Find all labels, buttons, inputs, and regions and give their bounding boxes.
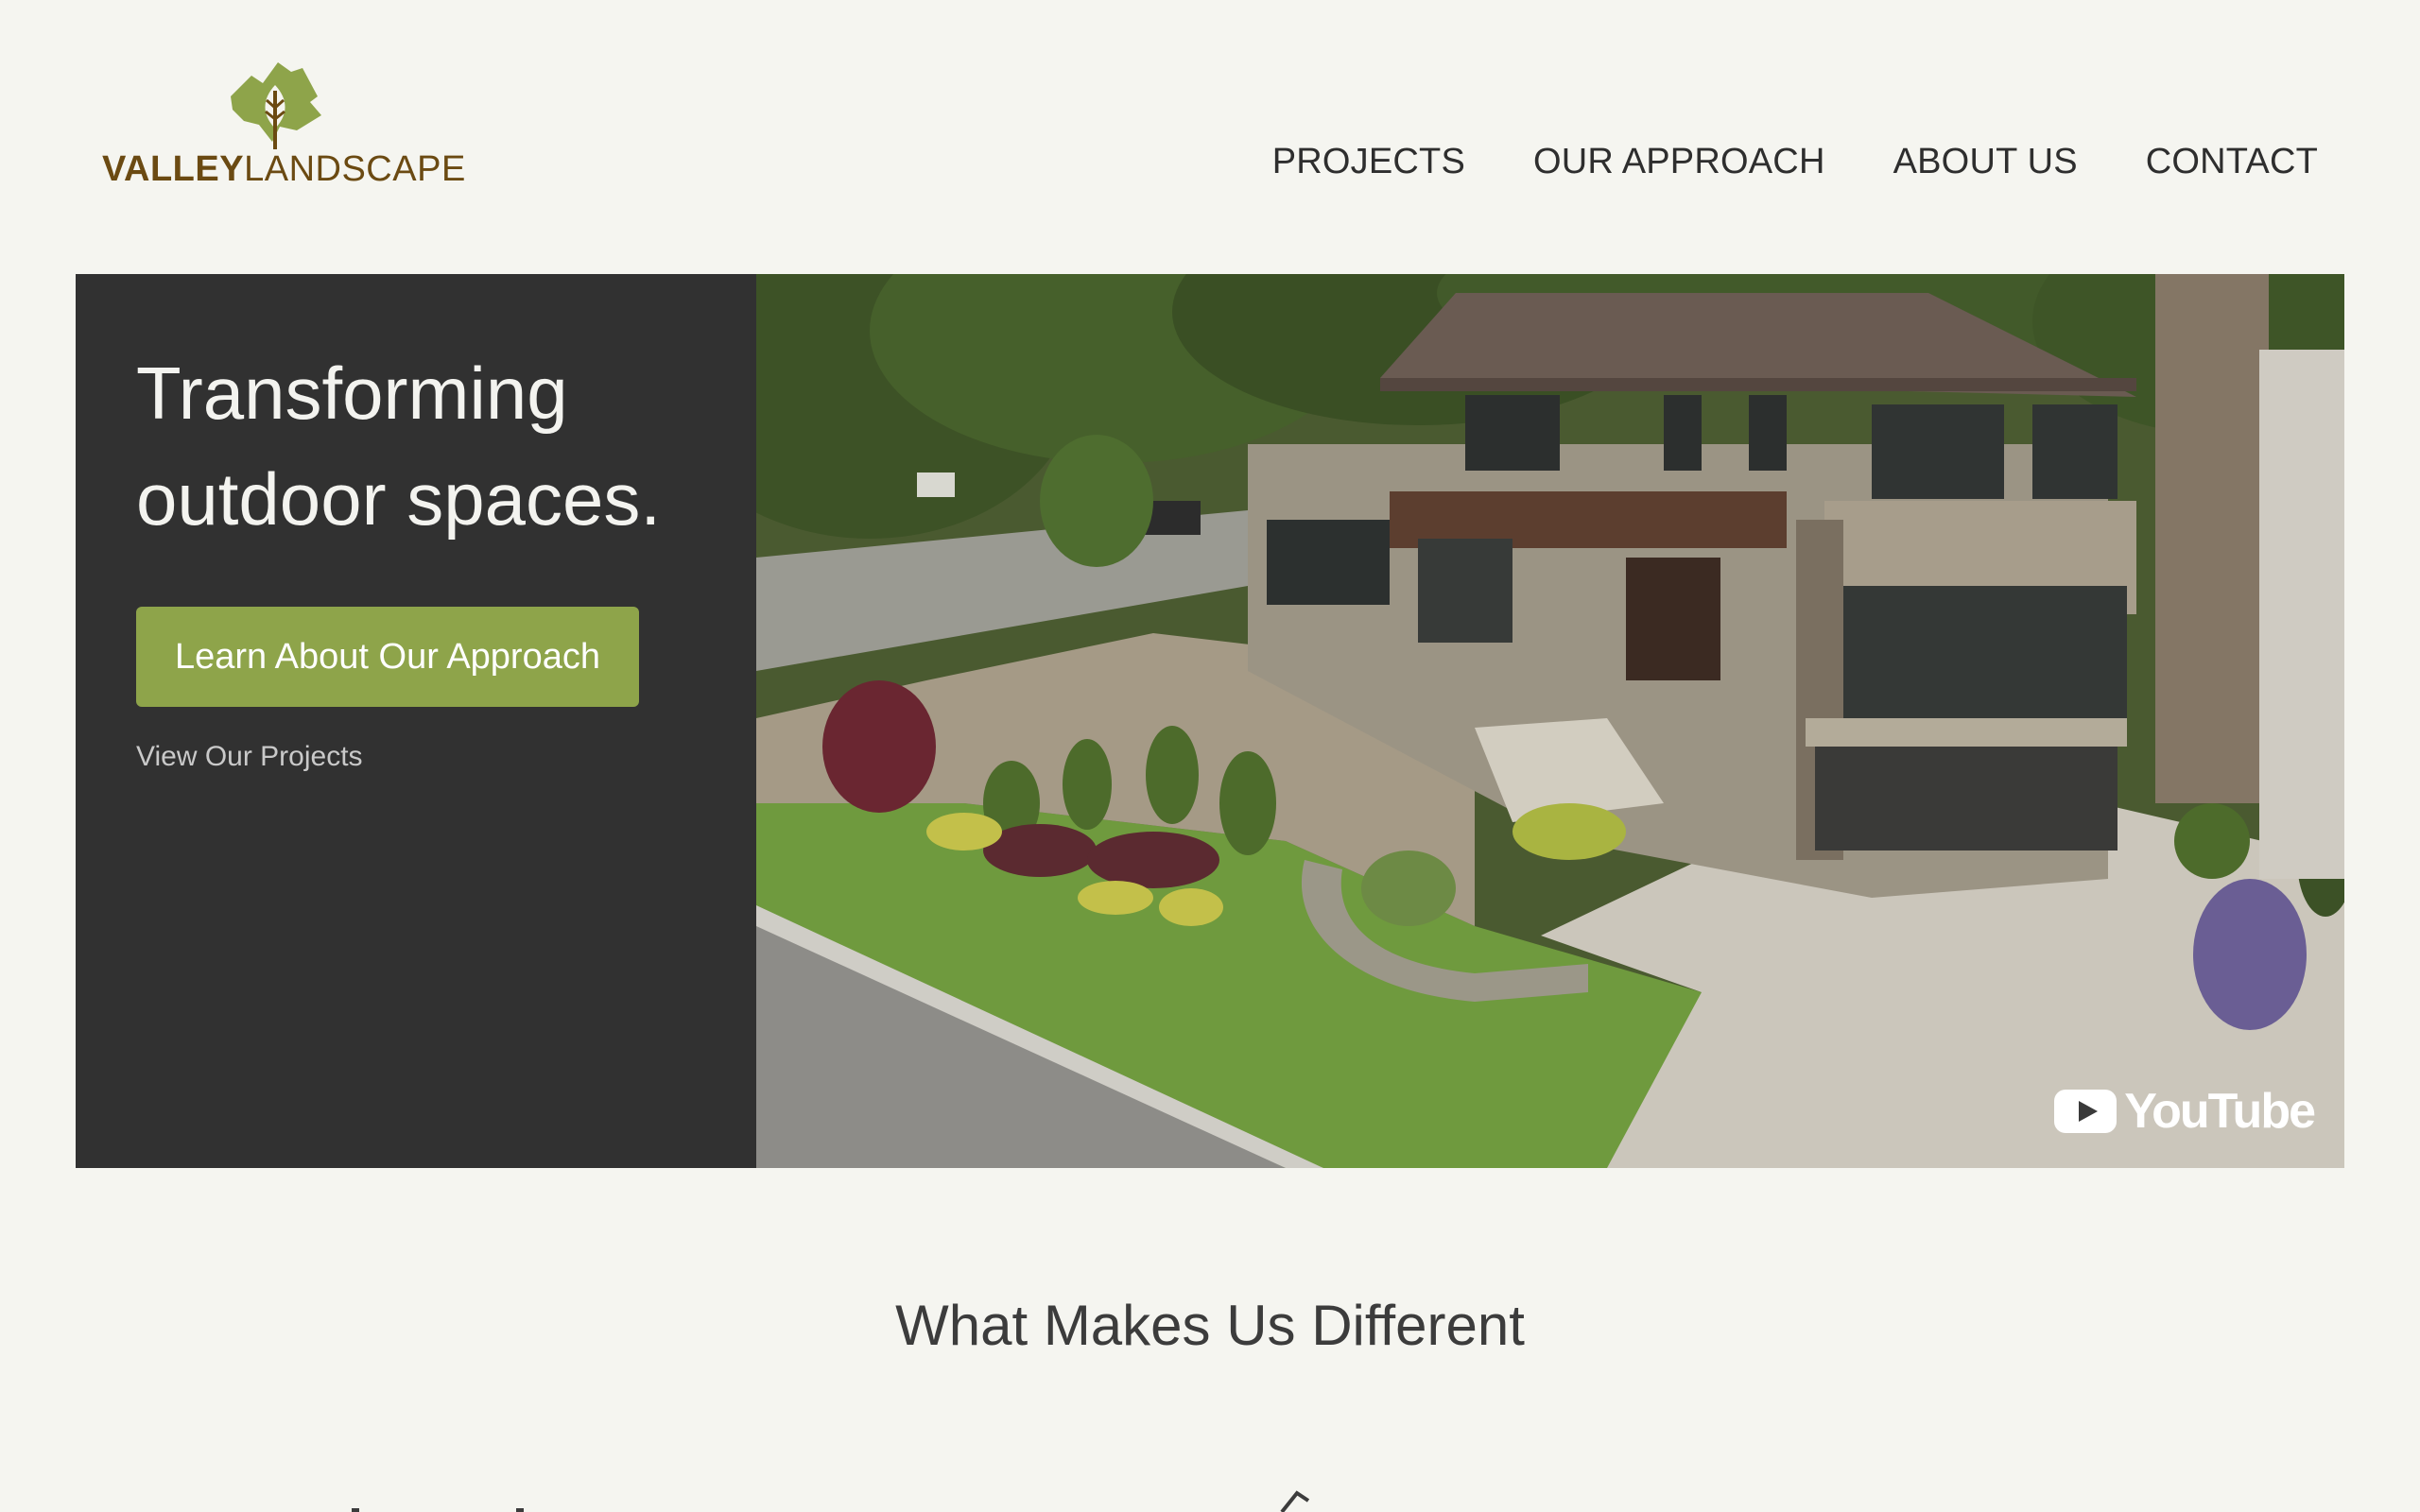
logo-wordmark: VALLEYLANDSCAPE xyxy=(102,149,466,190)
youtube-play-icon xyxy=(2054,1090,2118,1133)
hero-title: Transforming outdoor spaces. xyxy=(136,340,741,552)
main-nav: PROJECTS OUR APPROACH ABOUT US CONTACT xyxy=(1272,142,2318,182)
view-projects-link[interactable]: View Our Projects xyxy=(136,741,363,773)
logo-word-light: LANDSCAPE xyxy=(244,149,466,189)
nav-item-our-approach[interactable]: OUR APPROACH xyxy=(1533,142,1825,182)
house-video-frame xyxy=(756,274,2344,1168)
hero-section: Transforming outdoor spaces. Learn About… xyxy=(76,274,2344,1168)
logo-word-bold: VALLEY xyxy=(102,149,245,189)
leaf-logo-icon xyxy=(231,62,321,149)
youtube-text: YouTube xyxy=(2124,1084,2316,1139)
hero-video[interactable]: YouTube xyxy=(756,274,2344,1168)
nav-item-about-us[interactable]: ABOUT US xyxy=(1893,142,2078,182)
youtube-badge[interactable]: YouTube xyxy=(2052,1083,2316,1140)
nav-item-projects[interactable]: PROJECTS xyxy=(1272,142,1465,182)
section-title: What Makes Us Different xyxy=(895,1294,1525,1357)
page: VALLEYLANDSCAPE PROJECTS OUR APPROACH AB… xyxy=(0,0,2420,1512)
site-logo[interactable]: VALLEYLANDSCAPE xyxy=(102,59,465,191)
hero-title-line-1: Transforming xyxy=(136,352,568,435)
hero-text-panel: Transforming outdoor spaces. Learn About… xyxy=(76,274,756,1168)
feature-icon-partial xyxy=(1280,1490,1310,1512)
feature-text-partial xyxy=(352,1508,524,1512)
site-header: VALLEYLANDSCAPE PROJECTS OUR APPROACH AB… xyxy=(0,0,2420,274)
learn-approach-button[interactable]: Learn About Our Approach xyxy=(136,607,639,707)
nav-item-contact[interactable]: CONTACT xyxy=(2146,142,2318,182)
hero-title-line-2: outdoor spaces. xyxy=(136,457,662,541)
